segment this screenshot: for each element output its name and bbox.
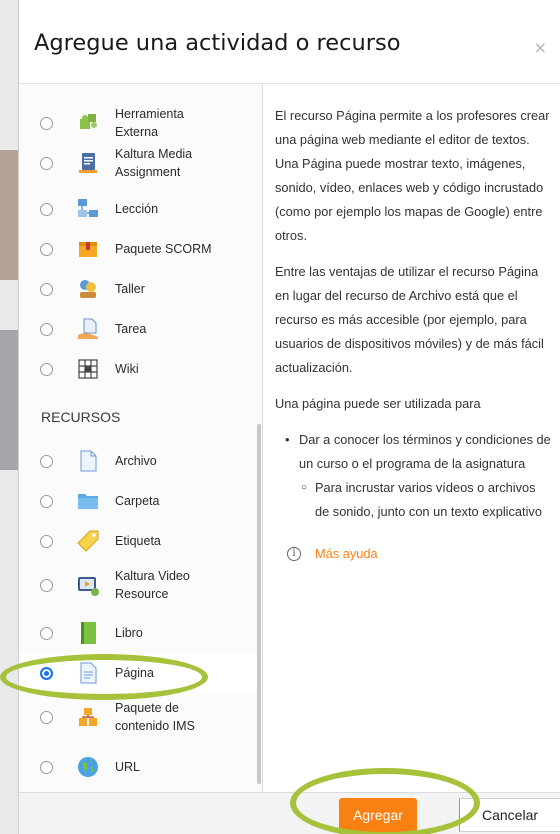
activity-chooser-modal: Agregue una actividad o recurso × Herram…	[18, 0, 560, 834]
option-label: Archivo	[115, 454, 157, 468]
radio-button[interactable]	[40, 116, 53, 130]
kaltura-video-icon	[78, 577, 99, 596]
option-label: Wiki	[115, 362, 139, 376]
option-pagina[interactable]: Página	[19, 654, 262, 692]
option-kaltura-video-resource[interactable]: Kaltura Video Resource	[19, 566, 262, 604]
option-label: Paquete SCORM	[115, 242, 212, 256]
option-label: Etiqueta	[115, 534, 161, 548]
option-label: Carpeta	[115, 494, 160, 508]
scrollbar-thumb[interactable]	[257, 424, 261, 784]
option-label: Herramienta Externa	[115, 107, 184, 139]
description-panel: El recurso Página permite a los profesor…	[263, 84, 560, 792]
book-icon	[81, 622, 96, 644]
list-item: Dar a conocer los términos y condiciones…	[275, 428, 551, 476]
section-title-recursos: RECURSOS	[41, 409, 121, 425]
radio-button[interactable]	[40, 362, 53, 376]
modal-header: Agregue una actividad o recurso ×	[19, 0, 560, 84]
sub-list-item: Para incrustar varios vídeos o archivos …	[275, 476, 551, 524]
option-paquete-ims[interactable]: Paquete de contenido IMS	[19, 698, 262, 736]
page-icon	[80, 662, 97, 684]
option-label: URL	[115, 760, 141, 774]
option-label: Kaltura Video Resource	[115, 569, 190, 601]
page-backdrop	[0, 0, 18, 834]
radio-button[interactable]	[40, 202, 53, 216]
options-list[interactable]: Herramienta Externa Kaltura Media Assign…	[19, 84, 263, 792]
radio-button[interactable]	[40, 156, 53, 170]
assignment-icon	[78, 318, 98, 339]
option-leccion[interactable]: Lección	[19, 190, 262, 228]
description-list: Dar a conocer los términos y condiciones…	[275, 428, 551, 524]
kaltura-assignment-icon	[79, 153, 97, 173]
option-paquete-scorm[interactable]: Paquete SCORM	[19, 230, 262, 268]
option-label: Kaltura Media Assignment	[115, 147, 193, 179]
modal-title: Agregue una actividad o recurso	[34, 30, 401, 56]
puzzle-icon	[80, 114, 97, 129]
option-libro[interactable]: Libro	[19, 614, 262, 652]
description-paragraph: Una página puede ser utilizada para	[275, 396, 481, 411]
cancel-button[interactable]: Cancelar	[459, 798, 560, 832]
option-herramienta-externa[interactable]: Herramienta Externa	[19, 104, 262, 142]
folder-icon	[78, 494, 98, 509]
radio-button[interactable]	[40, 710, 53, 724]
radio-button[interactable]	[40, 534, 53, 548]
option-etiqueta[interactable]: Etiqueta	[19, 522, 262, 560]
workshop-icon	[80, 280, 96, 298]
radio-button[interactable]	[40, 494, 53, 508]
option-label: Paquete de contenido IMS	[115, 701, 195, 733]
option-label: Libro	[115, 626, 143, 640]
file-icon	[80, 450, 97, 472]
more-help[interactable]: i Más ayuda	[275, 542, 551, 566]
backdrop-image	[0, 150, 18, 280]
radio-button[interactable]	[40, 760, 53, 774]
description-paragraph: El recurso Página permite a los profesor…	[275, 108, 550, 243]
more-help-link[interactable]: Más ayuda	[315, 542, 378, 566]
scorm-icon	[79, 242, 97, 257]
option-kaltura-media-assignment[interactable]: Kaltura Media Assignment	[19, 144, 262, 182]
description-paragraph: Entre las ventajas de utilizar el recurs…	[275, 264, 544, 375]
option-label: Lección	[115, 202, 159, 216]
label-icon	[77, 530, 99, 552]
url-icon	[78, 757, 98, 777]
radio-button[interactable]	[40, 242, 53, 256]
backdrop-image	[0, 330, 18, 470]
info-icon: i	[287, 547, 301, 561]
option-label: Tarea	[115, 322, 147, 336]
radio-button[interactable]	[40, 322, 53, 336]
radio-button[interactable]	[40, 626, 53, 640]
option-archivo[interactable]: Archivo	[19, 442, 262, 480]
radio-button[interactable]	[40, 454, 53, 468]
option-taller[interactable]: Taller	[19, 270, 262, 308]
option-wiki[interactable]: Wiki	[19, 350, 262, 388]
option-carpeta[interactable]: Carpeta	[19, 482, 262, 520]
close-icon[interactable]: ×	[534, 38, 547, 57]
add-button[interactable]: Agregar	[339, 798, 417, 832]
option-label: Página	[115, 666, 154, 680]
wiki-icon	[78, 359, 98, 379]
lesson-icon	[78, 199, 98, 217]
radio-button-selected[interactable]	[40, 666, 53, 680]
option-url[interactable]: URL	[19, 748, 262, 786]
option-tarea[interactable]: Tarea	[19, 310, 262, 348]
option-label: Taller	[115, 282, 145, 296]
radio-button[interactable]	[40, 282, 53, 296]
radio-button[interactable]	[40, 578, 53, 592]
ims-icon	[79, 708, 97, 726]
